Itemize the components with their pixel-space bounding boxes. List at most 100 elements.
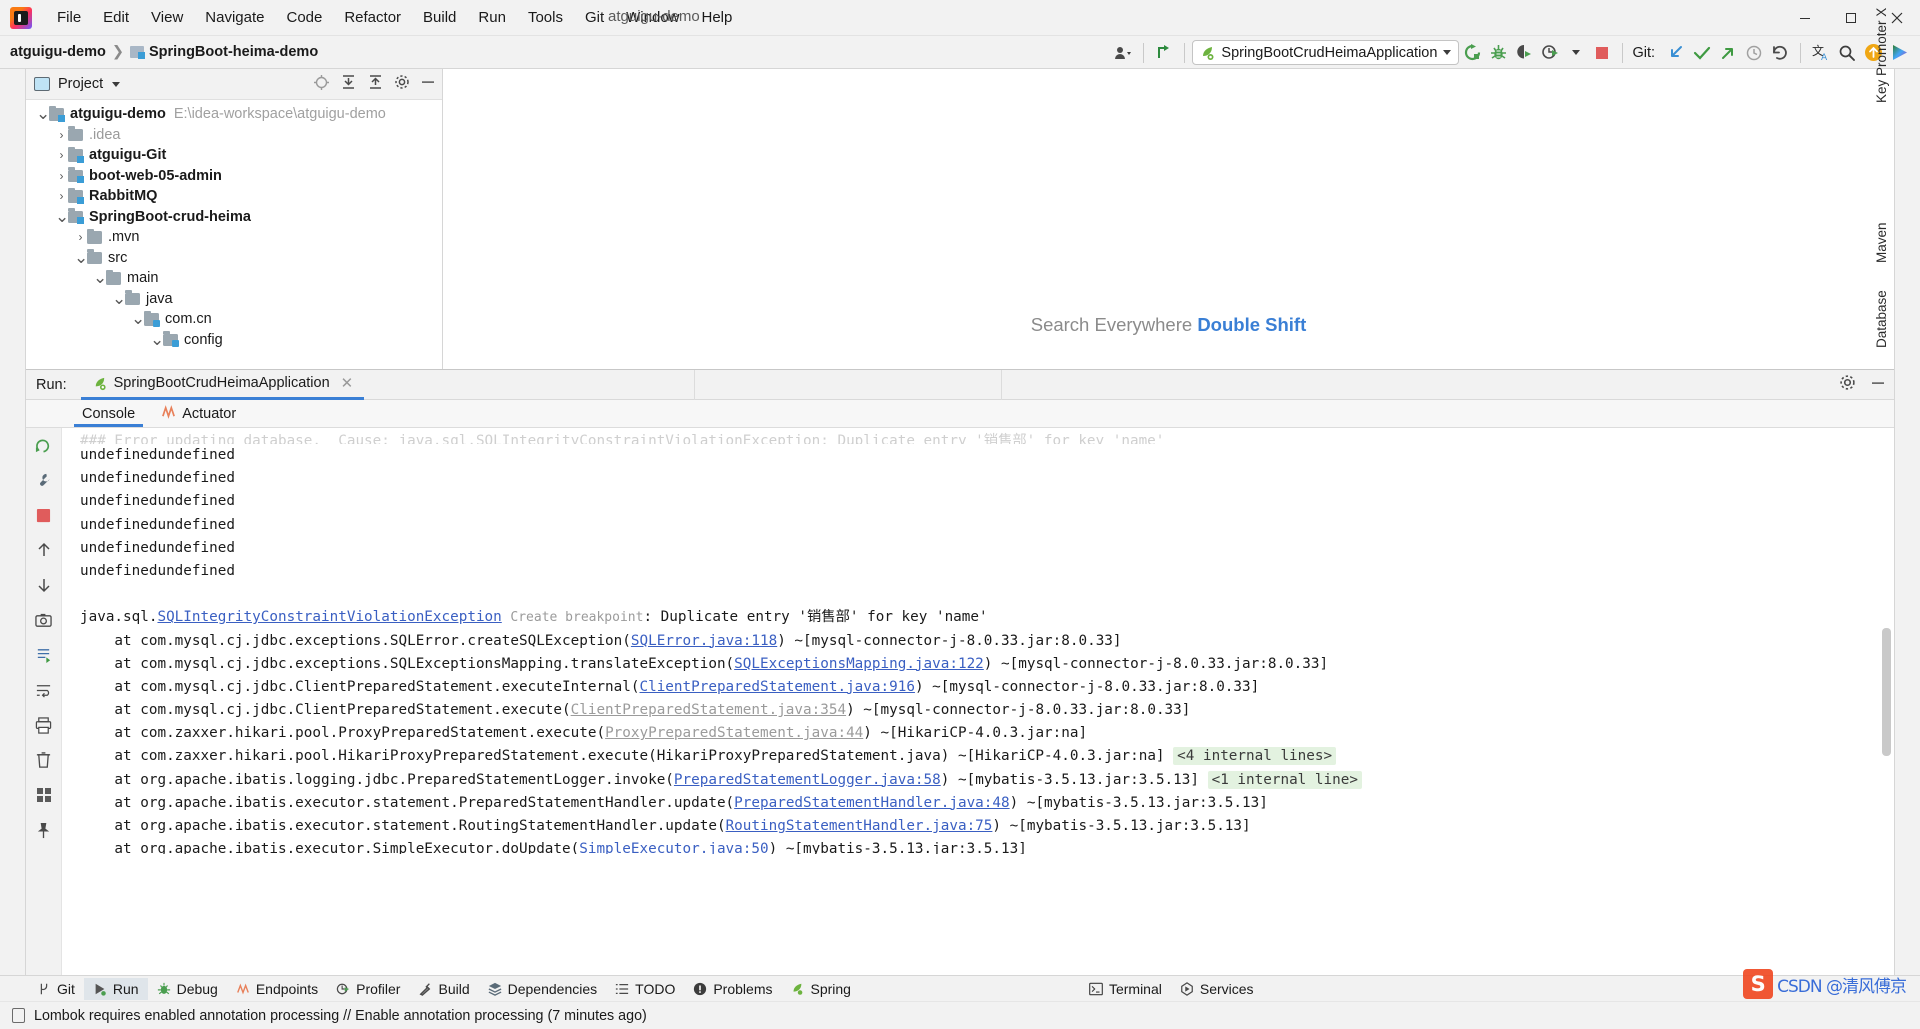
menu-view[interactable]: View bbox=[140, 5, 194, 30]
debug-button[interactable] bbox=[1485, 40, 1511, 66]
tree-node[interactable]: ⌄ src bbox=[26, 248, 442, 269]
bottom-tab-terminal[interactable]: Terminal bbox=[1080, 978, 1171, 1000]
console-output[interactable]: ### Error updating database. Cause: java… bbox=[62, 428, 1894, 985]
bottom-tab-run[interactable]: Run bbox=[83, 977, 148, 1000]
chevron-right-icon[interactable]: › bbox=[55, 148, 68, 162]
git-push-icon[interactable] bbox=[1715, 40, 1741, 66]
search-icon[interactable] bbox=[1834, 40, 1860, 66]
bottom-tab-dependencies[interactable]: Dependencies bbox=[479, 978, 607, 1000]
stack-frame-link[interactable]: SQLExceptionsMapping.java:122 bbox=[734, 656, 984, 672]
chevron-down-icon[interactable]: ⌄ bbox=[55, 208, 69, 225]
collapse-all-icon[interactable] bbox=[367, 74, 384, 95]
settings-gear-icon[interactable] bbox=[394, 74, 410, 94]
tab-console[interactable]: Console bbox=[73, 406, 144, 427]
chevron-down-icon[interactable]: ⌄ bbox=[131, 310, 145, 327]
camera-icon[interactable] bbox=[33, 609, 55, 631]
tab-actuator[interactable]: Actuator bbox=[157, 404, 240, 423]
minimize-button[interactable] bbox=[1782, 0, 1828, 36]
bottom-tab-debug[interactable]: Debug bbox=[148, 978, 227, 1000]
run-with-coverage-button[interactable] bbox=[1511, 40, 1537, 66]
stack-frame-link[interactable]: ClientPreparedStatement.java:916 bbox=[639, 679, 914, 695]
git-commit-icon[interactable] bbox=[1689, 40, 1715, 66]
stop-icon[interactable] bbox=[33, 504, 55, 526]
bottom-tab-build[interactable]: Build bbox=[409, 978, 478, 1000]
menu-edit[interactable]: Edit bbox=[92, 5, 140, 30]
chevron-right-icon[interactable]: › bbox=[74, 230, 87, 244]
run-tab-springbootcrudheimaapplication[interactable]: SpringBootCrudHeimaApplication ✕ bbox=[80, 370, 365, 400]
chevron-down-icon[interactable]: ⌄ bbox=[74, 249, 88, 266]
breadcrumb[interactable]: atguigu-demo ❯ SpringBoot-heima-demo bbox=[10, 44, 318, 60]
close-icon[interactable]: ✕ bbox=[341, 374, 354, 392]
internal-lines-chip[interactable]: <1 internal line> bbox=[1207, 770, 1362, 789]
clear-all-icon[interactable] bbox=[33, 749, 55, 771]
soft-wrap-icon[interactable] bbox=[33, 679, 55, 701]
grid-icon[interactable] bbox=[33, 784, 55, 806]
breadcrumb-root[interactable]: atguigu-demo bbox=[10, 44, 106, 60]
menu-navigate[interactable]: Navigate bbox=[194, 5, 275, 30]
hide-panel-icon[interactable] bbox=[420, 74, 436, 94]
tree-node[interactable]: › atguigu-Git bbox=[26, 145, 442, 166]
tree-node[interactable]: ⌄ SpringBoot-crud-heima bbox=[26, 207, 442, 228]
print-icon[interactable] bbox=[33, 714, 55, 736]
exception-class-link[interactable]: SQLIntegrityConstraintViolationException bbox=[157, 609, 501, 625]
git-rollback-icon[interactable] bbox=[1767, 40, 1793, 66]
chevron-right-icon[interactable]: › bbox=[55, 189, 68, 203]
stack-frame-link[interactable]: ClientPreparedStatement.java:354 bbox=[571, 702, 846, 718]
menu-code[interactable]: Code bbox=[275, 5, 333, 30]
tree-node[interactable]: ⌄ atguigu-demo E:\idea-workspace\atguigu-d… bbox=[26, 104, 442, 125]
pin-icon[interactable] bbox=[33, 819, 55, 841]
sidebar-item-key-promoter-x[interactable]: Key Promoter X bbox=[1869, 2, 1894, 109]
scroll-down-icon[interactable] bbox=[33, 574, 55, 596]
console-scrollbar[interactable] bbox=[1882, 628, 1891, 756]
internal-lines-chip[interactable]: <4 internal lines> bbox=[1173, 747, 1337, 766]
user-account-icon[interactable] bbox=[1110, 40, 1136, 66]
locate-file-icon[interactable] bbox=[313, 74, 330, 95]
git-history-icon[interactable] bbox=[1741, 40, 1767, 66]
run-button[interactable] bbox=[1459, 40, 1485, 66]
stack-frame-link[interactable]: ProxyPreparedStatement.java:44 bbox=[605, 725, 863, 741]
bottom-tab-services[interactable]: Services bbox=[1171, 978, 1263, 1000]
stack-frame-link[interactable]: PreparedStatementHandler.java:48 bbox=[734, 795, 1009, 811]
git-update-icon[interactable] bbox=[1663, 40, 1689, 66]
stack-frame-link[interactable]: PreparedStatementLogger.java:58 bbox=[674, 772, 941, 788]
tree-node[interactable]: ⌄ main bbox=[26, 268, 442, 289]
tree-node[interactable]: ⌄ com.cn bbox=[26, 309, 442, 330]
stack-frame-link[interactable]: RoutingStatementHandler.java:75 bbox=[726, 818, 993, 834]
sidebar-item-maven[interactable]: Maven bbox=[1869, 216, 1894, 269]
stack-frame-link[interactable]: SQLError.java:118 bbox=[631, 633, 777, 649]
run-configuration-selector[interactable]: SpringBootCrudHeimaApplication bbox=[1192, 40, 1460, 65]
stop-button[interactable] bbox=[1589, 40, 1615, 66]
breadcrumb-child[interactable]: SpringBoot-heima-demo bbox=[149, 44, 318, 60]
menu-run[interactable]: Run bbox=[467, 5, 517, 30]
project-view-dropdown-icon[interactable] bbox=[112, 81, 121, 87]
bottom-tab-problems[interactable]: Problems bbox=[684, 978, 781, 1000]
stack-frame-link[interactable]: SimpleExecutor.java:50 bbox=[579, 841, 768, 854]
scroll-up-icon[interactable] bbox=[33, 539, 55, 561]
menu-build[interactable]: Build bbox=[412, 5, 467, 30]
sidebar-item-database[interactable]: Database bbox=[1869, 284, 1894, 354]
chevron-down-icon[interactable]: ⌄ bbox=[36, 105, 50, 122]
update-project-icon[interactable] bbox=[1151, 40, 1177, 66]
chevron-down-icon[interactable]: ⌄ bbox=[112, 290, 126, 307]
tree-node[interactable]: ⌄ config bbox=[26, 330, 442, 351]
status-message[interactable]: Lombok requires enabled annotation proce… bbox=[34, 1008, 647, 1024]
rerun-icon[interactable] bbox=[33, 434, 55, 456]
tree-node[interactable]: › boot-web-05-admin bbox=[26, 166, 442, 187]
bottom-tab-git[interactable]: Git bbox=[28, 978, 84, 1000]
tree-node[interactable]: › .mvn bbox=[26, 227, 442, 248]
wrench-icon[interactable] bbox=[33, 469, 55, 491]
tree-node[interactable]: › RabbitMQ bbox=[26, 186, 442, 207]
event-log-icon[interactable] bbox=[12, 1008, 25, 1023]
chevron-down-icon[interactable] bbox=[1443, 50, 1452, 55]
menu-file[interactable]: File bbox=[46, 5, 92, 30]
bottom-tab-todo[interactable]: TODO bbox=[606, 978, 684, 1000]
chevron-right-icon[interactable]: › bbox=[55, 128, 68, 142]
chevron-right-icon[interactable]: › bbox=[55, 169, 68, 183]
settings-gear-icon[interactable] bbox=[1839, 374, 1856, 395]
bottom-tab-profiler[interactable]: Profiler bbox=[327, 978, 409, 1000]
scroll-to-end-icon[interactable] bbox=[33, 644, 55, 666]
menu-refactor[interactable]: Refactor bbox=[333, 5, 412, 30]
translate-icon[interactable]: 文 A bbox=[1808, 40, 1834, 66]
profile-dropdown-icon[interactable] bbox=[1563, 40, 1589, 66]
bottom-tab-spring[interactable]: Spring bbox=[781, 978, 859, 1000]
